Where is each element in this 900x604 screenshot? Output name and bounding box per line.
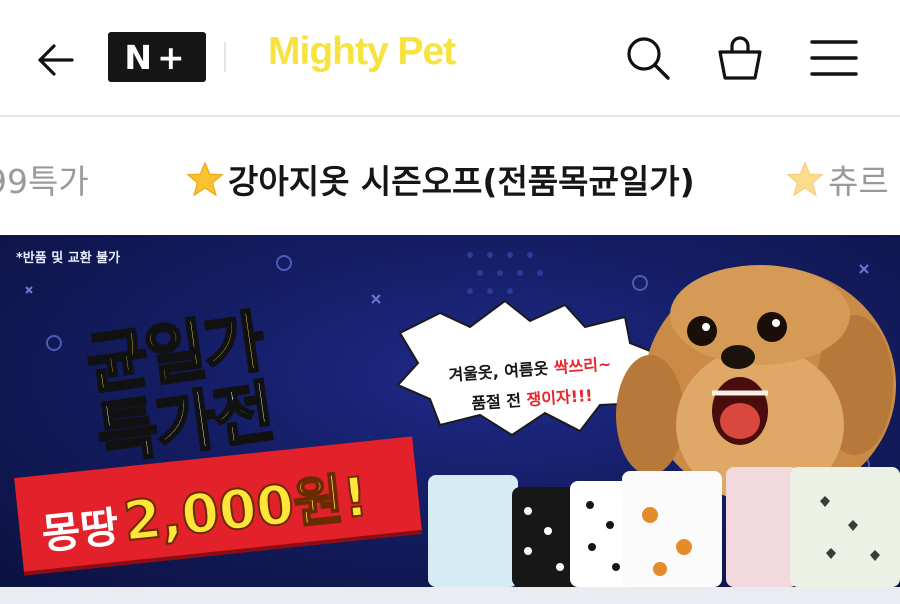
tab-label: 츄르 bbox=[828, 162, 889, 201]
bubble-line1: 겨울옷, 여름옷 bbox=[447, 358, 555, 385]
naver-plus-logo[interactable]: N+ bbox=[108, 32, 206, 82]
tab-dog-clothes-season-off[interactable]: 강아지옷 시즌오프(전품목균일가) bbox=[186, 155, 695, 203]
no-return-notice: *반품 및 교환 불가 bbox=[16, 251, 121, 266]
dog-clothes-illustration bbox=[428, 467, 900, 587]
bubble-line1-accent: 싹쓰리~ bbox=[553, 354, 612, 378]
header-divider bbox=[224, 42, 226, 72]
store-brand-title[interactable]: Mighty Pet bbox=[268, 30, 456, 74]
tab-99-special[interactable]: 99특가 bbox=[0, 155, 89, 203]
menu-button[interactable] bbox=[808, 32, 860, 84]
tab-churu[interactable]: 츄르 bbox=[786, 155, 889, 203]
logo-label: N+ bbox=[124, 37, 190, 77]
bottom-strip bbox=[0, 587, 900, 604]
search-icon bbox=[627, 37, 670, 80]
tab-label: 강아지옷 시즌오프(전품목균일가) bbox=[228, 162, 695, 201]
arrow-left-icon bbox=[38, 44, 74, 76]
tab-label: 99특가 bbox=[0, 162, 89, 201]
price-prefix: 몽땅 bbox=[39, 502, 122, 559]
back-button[interactable] bbox=[30, 38, 82, 82]
menu-icon bbox=[810, 40, 858, 76]
bubble-line2: 품절 전 bbox=[470, 390, 528, 414]
bubble-line2-accent: 쟁이자!!! bbox=[525, 385, 594, 410]
search-button[interactable] bbox=[622, 32, 674, 84]
promo-banner[interactable]: *반품 및 교환 불가 균일가 특가전 몽땅 2,000원! 겨울옷, 여름옷 … bbox=[0, 235, 900, 587]
category-tabs: 99특가 강아지옷 시즌오프(전품목균일가) 츄르 bbox=[0, 119, 900, 235]
cart-button[interactable] bbox=[714, 32, 766, 84]
shopping-bag-icon bbox=[718, 36, 762, 80]
top-header: N+ Mighty Pet bbox=[0, 0, 900, 117]
star-icon bbox=[186, 161, 224, 197]
star-icon bbox=[786, 161, 824, 197]
